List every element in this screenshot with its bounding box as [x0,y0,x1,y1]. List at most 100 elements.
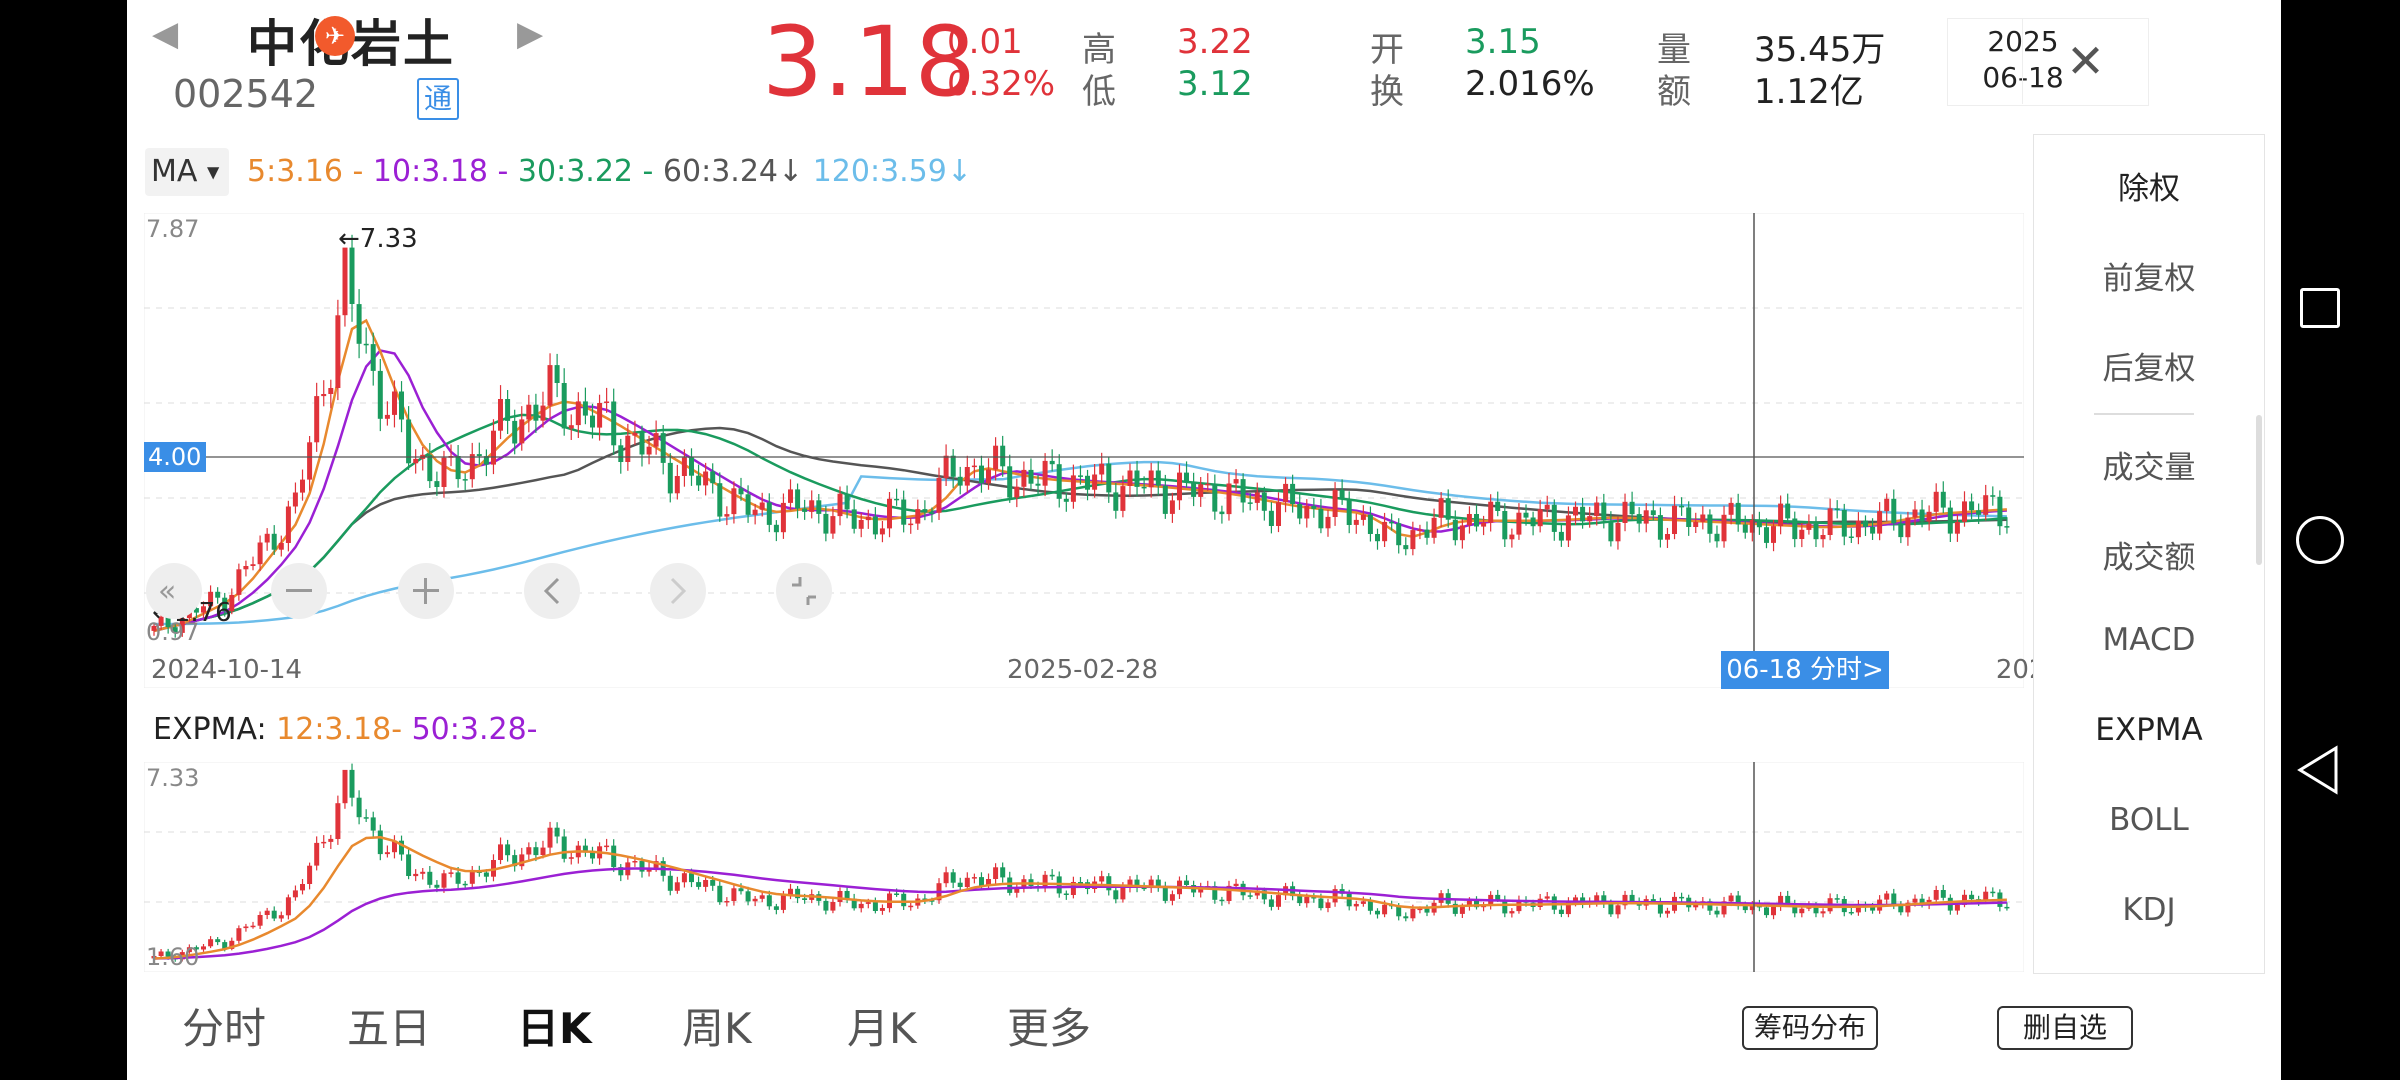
kline-chart[interactable]: 7.87 0.97 ←7.33 ←1.76 4.00 « [144,213,2024,688]
candle-body [1650,510,1656,516]
sidebar-item-macd[interactable]: MACD [2034,622,2264,658]
candle-body [1063,893,1069,895]
candle-body [271,910,277,919]
candle-body [1954,521,1960,534]
candle-body [1028,469,1034,484]
tab-intraday[interactable]: 分时 [182,995,266,1056]
candle-body [738,888,744,892]
candle-body [349,247,355,304]
sidebar-item-forward-adjust[interactable]: 前复权 [2034,253,2264,298]
candle-body [1268,899,1274,907]
candle-body [533,404,539,421]
tab-monthly-k[interactable]: 月K [847,995,917,1056]
candle-body [377,830,383,855]
sidebar-item-expma[interactable]: EXPMA [2034,712,2264,748]
candle-body [314,842,320,866]
candle-body [208,939,214,947]
candle-body [1120,887,1126,900]
intraday-link[interactable]: 06-18 分时> [1721,651,1889,689]
candle-body [1106,876,1112,891]
candle-body [1516,512,1522,535]
sidebar-item-boll[interactable]: BOLL [2034,802,2264,838]
candle-body [1657,515,1663,540]
tab-weekly-k[interactable]: 周K [682,995,752,1056]
sidebar-item-volume[interactable]: 成交量 [2034,442,2264,487]
sidebar-scrollbar[interactable] [2256,415,2262,565]
candle-body [752,898,758,902]
candle-body [1969,501,1975,511]
tab-daily-k[interactable]: 日K [517,995,592,1056]
recent-apps-icon[interactable] [2300,288,2340,328]
candle-body [1318,898,1324,909]
candle-body [788,489,793,503]
candle-body [1254,492,1260,503]
tab-more[interactable]: 更多 [1007,995,1091,1056]
candle-body [858,520,864,529]
chip-distribution-button[interactable]: 筹码分布 [1742,1006,1878,1050]
candle-body [703,471,709,486]
candle-body [1360,514,1366,520]
double-left-icon[interactable]: « [158,574,176,609]
candle-body [922,509,928,513]
next-stock-icon[interactable]: ▶ [517,14,543,54]
tab-five-day[interactable]: 五日 [347,995,431,1056]
candle-body [413,458,419,464]
candle-body [1728,895,1734,902]
candle-body [1070,475,1076,502]
candle-body [582,401,588,416]
candle-body [724,514,730,517]
candle-body [1424,529,1430,538]
candle-body [986,469,991,484]
reset-zoom-icon[interactable] [776,563,832,619]
step-left-icon[interactable] [524,563,580,619]
sidebar-item-exright[interactable]: 除权 [2034,163,2264,208]
prev-stock-icon[interactable]: ◀ [152,14,178,54]
candle-body [1233,883,1239,886]
candle-body [1375,534,1380,542]
ma120-value: 120:3.59 [812,154,947,189]
candle-body [335,315,341,388]
candle-body [413,873,419,877]
candle-body [894,498,900,501]
close-icon[interactable]: ✕ [2022,18,2148,104]
connect-badge[interactable]: 通 [417,78,459,120]
candle-body [1983,495,1989,515]
candle-body [264,910,270,915]
candle-body [328,388,334,394]
candle-body [759,895,765,899]
step-right-icon[interactable] [650,563,706,619]
candle-body [399,391,404,420]
candle-body [752,509,758,515]
sidebar-item-kdj[interactable]: KDJ [2034,892,2264,928]
remove-watchlist-button[interactable]: 删自选 [1997,1006,2133,1050]
candle-body [1643,510,1649,524]
indicator-sidebar: 除权 前复权 后复权 成交量 成交额 MACD EXPMA BOLL KDJ [2033,134,2265,974]
sidebar-item-amount[interactable]: 成交额 [2034,532,2264,577]
candle-body [342,769,348,804]
expma-chart[interactable]: 7.33 1.60 [144,762,2024,972]
candle-body [1268,510,1274,526]
candle-body [1339,489,1345,500]
candle-body [773,906,779,910]
candle-body [1962,501,1967,522]
candle-body [731,888,737,901]
back-icon[interactable] [2294,744,2342,796]
candle-body [1021,469,1027,487]
candle-body [512,420,518,444]
indicator-selector[interactable]: MA ▼ [145,148,229,196]
candle-body [321,394,327,397]
candle-body [957,476,963,486]
candle-body [879,528,885,535]
candle-body [1007,466,1013,498]
candle-body [505,844,511,856]
candle-body [568,425,574,429]
candle-body [1629,894,1635,901]
candle-body [1855,520,1861,538]
candle-body [1304,505,1310,519]
candle-body [469,454,475,480]
home-icon[interactable] [2296,516,2344,564]
sidebar-item-backward-adjust[interactable]: 后复权 [2034,343,2264,388]
candle-body [979,465,984,484]
candle-body [1311,505,1317,509]
price-change-pct: 0.32% [947,64,1056,104]
